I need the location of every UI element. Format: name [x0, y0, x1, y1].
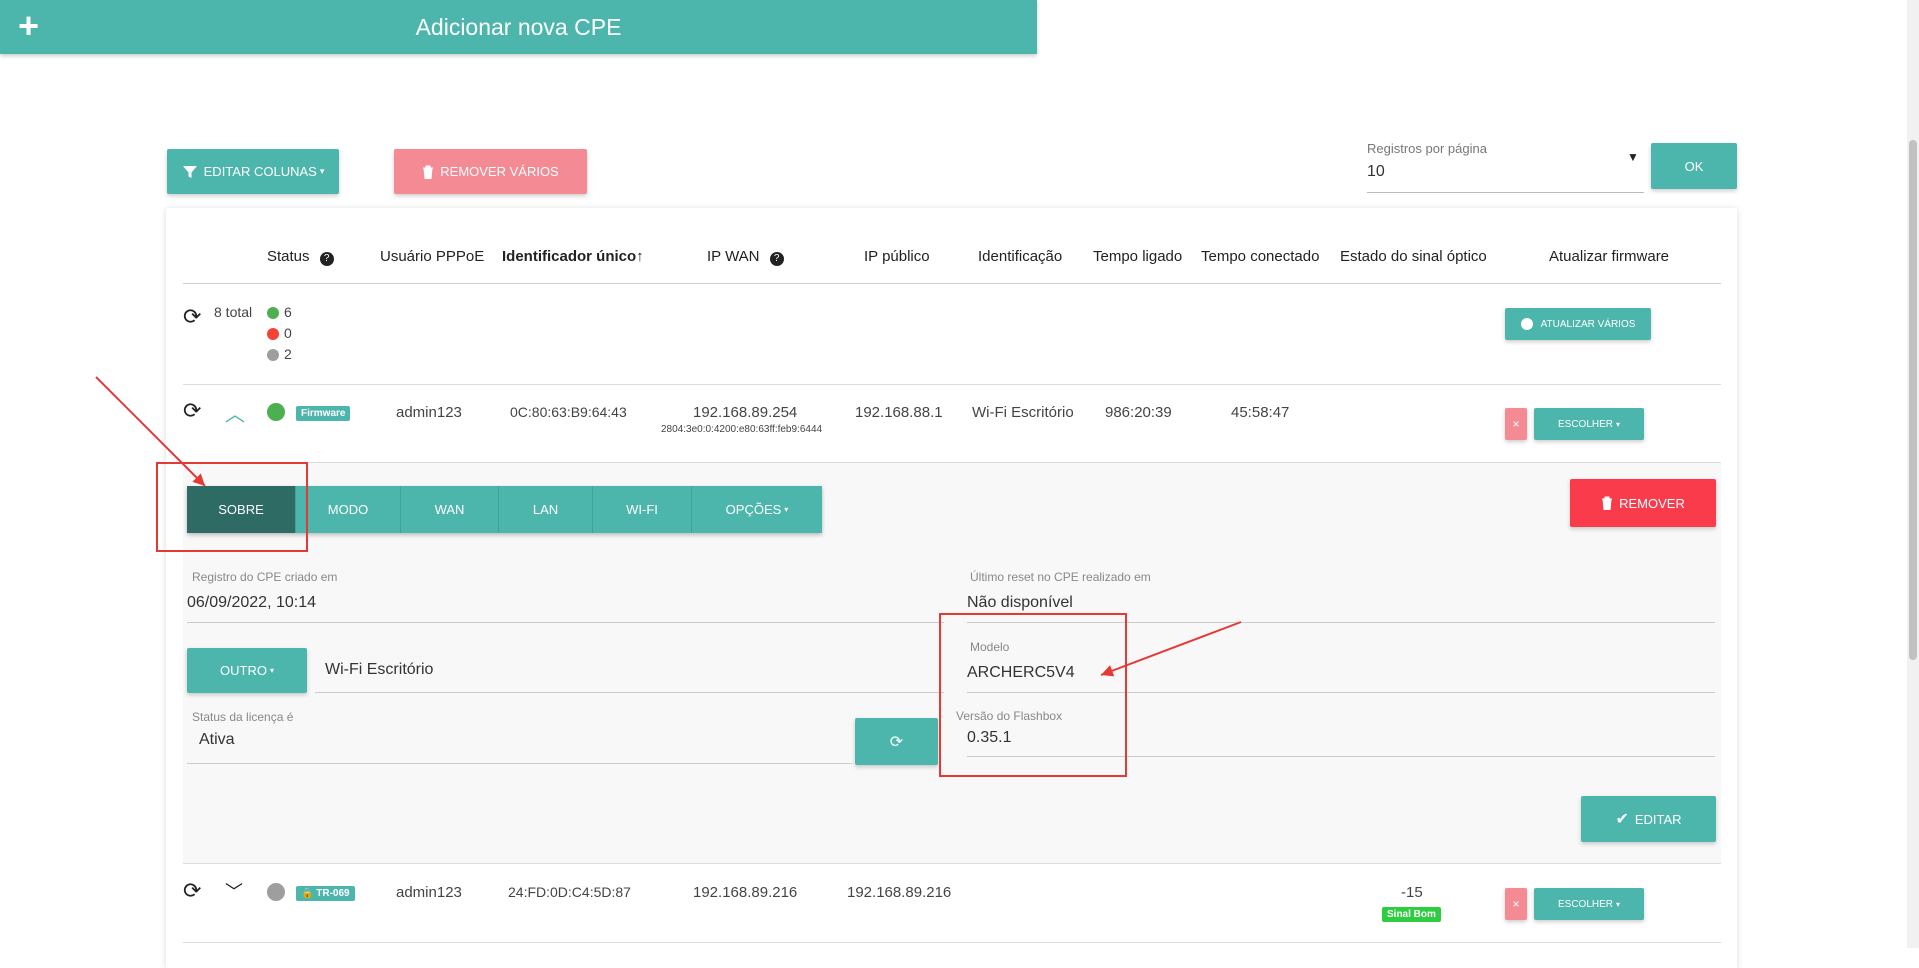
scrollbar[interactable]: [1907, 0, 1919, 948]
annotation-arrows: [95, 376, 1242, 677]
scrollbar-thumb[interactable]: [1909, 140, 1917, 660]
